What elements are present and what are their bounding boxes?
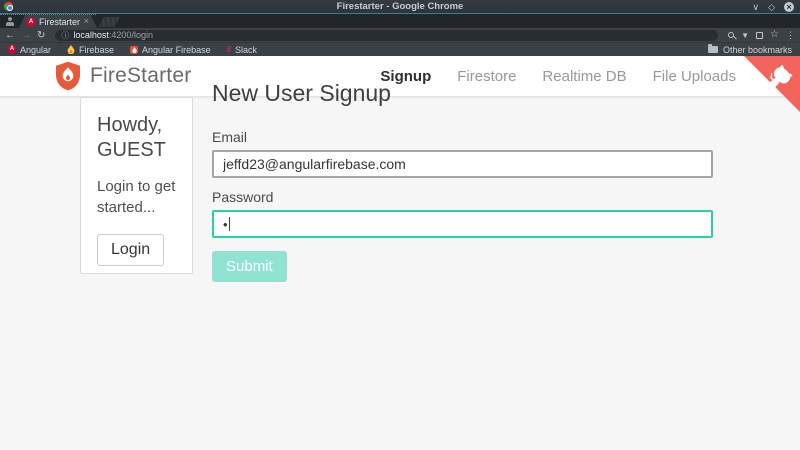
page-content: FireStarter Signup Firestore Realtime DB…	[0, 56, 800, 450]
tab-title: Firestarter	[39, 17, 80, 27]
bookmark-slack[interactable]: # Slack	[227, 45, 257, 55]
brand-name: FireStarter	[90, 64, 191, 88]
reload-button[interactable]: ↻	[37, 30, 45, 41]
form-title: New User Signup	[212, 80, 713, 107]
login-hint: Login to get started...	[97, 176, 178, 218]
tab-strip: A Firestarter ×	[0, 14, 800, 28]
filter-extension-icon[interactable]: ▼	[741, 31, 749, 40]
minimize-button[interactable]: ∨	[752, 2, 759, 12]
url-path: :4200/login	[109, 30, 153, 40]
password-input[interactable]: •	[212, 210, 713, 238]
page-info-icon[interactable]: ⓘ	[61, 31, 69, 40]
browser-toolbar: ← → ↻ ⓘ localhost:4200/login ▼ ☆ ⋮	[0, 28, 800, 42]
bookmark-firebase[interactable]: Firebase	[67, 45, 114, 55]
tab-close-icon[interactable]: ×	[84, 17, 89, 26]
close-button[interactable]: ×	[784, 2, 794, 12]
angular-favicon-icon: A	[27, 18, 35, 26]
brand[interactable]: FireStarter	[54, 61, 191, 91]
slack-hash-icon: #	[227, 45, 231, 54]
angular-firebase-icon	[130, 46, 138, 54]
password-masked-value: •	[223, 218, 228, 231]
window-titlebar: Firestarter - Google Chrome ∨ ◇ ×	[0, 0, 800, 14]
firebase-flame-icon	[67, 45, 75, 54]
github-corner-ribbon[interactable]	[744, 56, 800, 112]
submit-button[interactable]: Submit	[212, 251, 287, 282]
password-label: Password	[212, 189, 713, 205]
login-button[interactable]: Login	[97, 234, 164, 266]
tab-focus-outline	[0, 14, 96, 15]
maximize-button[interactable]: ◇	[768, 2, 775, 12]
url-host: localhost	[73, 30, 109, 40]
bookmarks-bar: A Angular Firebase Angular Firebase # Sl…	[0, 42, 800, 56]
zoom-extension-icon[interactable]	[728, 32, 734, 38]
greeting-heading: Howdy, GUEST	[97, 113, 178, 163]
bookmark-angular-firebase[interactable]: Angular Firebase	[130, 45, 211, 55]
browser-menu-button[interactable]: ⋮	[786, 30, 795, 40]
folder-icon	[708, 46, 718, 53]
signup-form: New User Signup Email Password • Submit	[212, 80, 713, 282]
extension-icon[interactable]	[756, 32, 763, 39]
forward-button[interactable]: →	[21, 30, 31, 41]
bookmark-angular[interactable]: A Angular	[8, 45, 51, 55]
url-bar[interactable]: ⓘ localhost:4200/login	[55, 30, 718, 41]
email-input[interactable]	[212, 150, 713, 178]
text-caret	[229, 217, 230, 231]
back-button[interactable]: ←	[5, 30, 15, 41]
email-label: Email	[212, 129, 713, 145]
other-bookmarks-button[interactable]: Other bookmarks	[708, 45, 792, 55]
firestarter-logo-icon	[54, 61, 82, 91]
angular-shield-icon: A	[8, 45, 16, 54]
profile-card: Howdy, GUEST Login to get started... Log…	[80, 97, 193, 274]
bookmark-star-icon[interactable]: ☆	[770, 30, 779, 40]
new-tab-button[interactable]	[98, 17, 119, 27]
profile-icon[interactable]	[5, 17, 14, 26]
window-title: Firestarter - Google Chrome	[0, 1, 800, 12]
browser-tab[interactable]: A Firestarter ×	[19, 15, 97, 28]
